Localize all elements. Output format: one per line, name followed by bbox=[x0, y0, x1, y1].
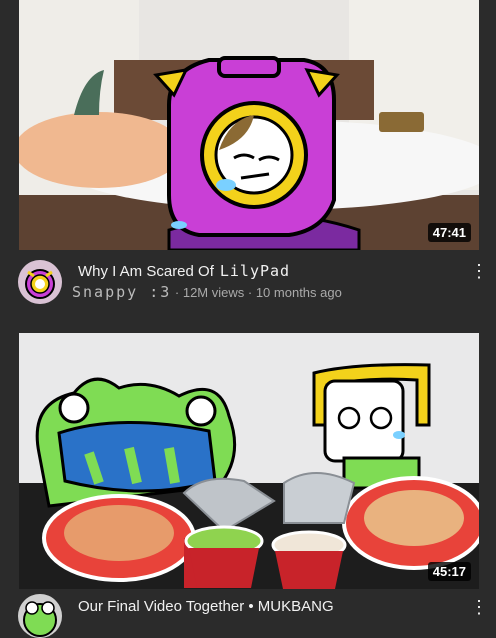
view-count: · 12M views bbox=[174, 285, 245, 300]
more-vert-icon[interactable]: ⋮ bbox=[470, 260, 488, 282]
video-title[interactable]: Why I Am Scared Of LilyPad bbox=[78, 262, 290, 280]
thumbnail-2-art bbox=[19, 333, 479, 589]
video-thumbnail-2[interactable]: 45:17 bbox=[19, 333, 479, 589]
duration-badge: 45:17 bbox=[427, 562, 471, 581]
video-title-handwritten: LilyPad bbox=[219, 262, 291, 280]
channel-avatar[interactable] bbox=[18, 260, 62, 304]
thumbnail-1-art bbox=[19, 0, 479, 250]
video-title-text: Why I Am Scared Of bbox=[78, 263, 214, 280]
video-title[interactable]: Our Final Video Together • MUKBANG bbox=[78, 598, 334, 615]
upload-age: · 10 months ago bbox=[247, 285, 342, 300]
duration-badge: 47:41 bbox=[427, 223, 471, 242]
video-thumbnail-1[interactable]: 47:41 bbox=[19, 0, 479, 250]
channel-avatar[interactable] bbox=[18, 594, 62, 638]
avatar-art bbox=[18, 260, 62, 304]
channel-name[interactable]: Snappy :3 bbox=[72, 283, 171, 301]
more-vert-icon[interactable]: ⋮ bbox=[470, 596, 488, 618]
video-meta: Snappy :3 · 12M views · 10 months ago bbox=[72, 283, 342, 301]
avatar-art bbox=[18, 594, 62, 638]
